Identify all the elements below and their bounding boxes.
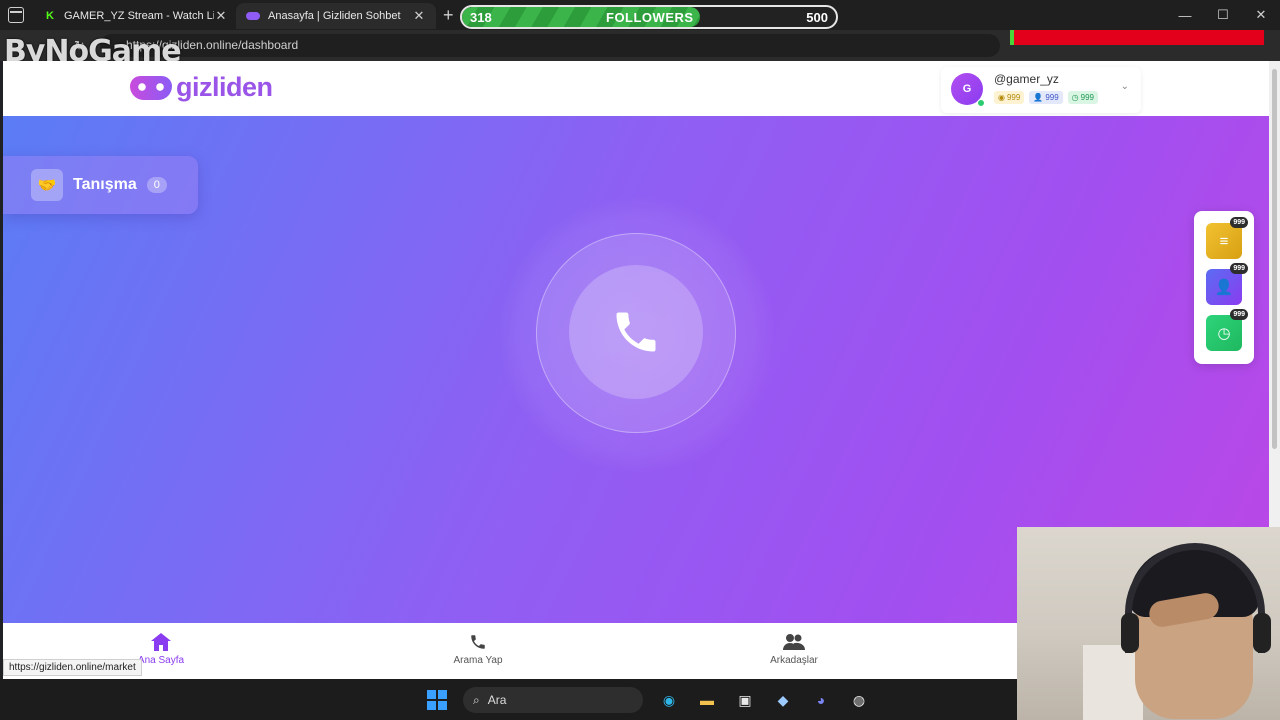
followers-label: FOLLOWERS	[606, 10, 694, 25]
username: @gamer_yz	[994, 72, 1059, 86]
tab-kick-stream[interactable]: K GAMER_YZ Stream - Watch Live o ✕	[34, 3, 238, 29]
user-menu[interactable]: G @gamer_yz ◉ 999 👤 999 ◷ 999 ⌄	[941, 67, 1141, 113]
coins-icon: ≡	[1219, 232, 1229, 250]
start-call-button[interactable]	[569, 265, 703, 399]
tab-actions-icon[interactable]	[8, 7, 24, 23]
gold-button[interactable]: ≡ 999	[1206, 217, 1248, 259]
webcam-overlay	[1017, 527, 1280, 720]
time-count: 999	[1230, 309, 1248, 320]
users-icon	[734, 631, 854, 653]
site-header: gizliden G @gamer_yz ◉ 999 👤 999 ◷ 999 ⌄	[3, 61, 1269, 116]
quick-actions-panel: ≡ 999 👤 999 ◷ 999	[1194, 211, 1254, 364]
close-tab-icon[interactable]: ✕	[412, 8, 426, 24]
search-icon: ⌕	[473, 692, 480, 707]
coins-icon: ◉	[998, 93, 1005, 102]
gold-count: 999	[1230, 217, 1248, 228]
taskbar-search[interactable]: ⌕ Ara	[463, 687, 643, 713]
followers-goal: 500	[806, 10, 828, 25]
clock-icon: ◷	[1071, 93, 1079, 102]
home-icon	[101, 631, 221, 653]
user-plus-icon: 👤	[1033, 93, 1044, 102]
friends-badge: 👤 999	[1029, 91, 1063, 104]
tanisma-count: 0	[146, 177, 167, 193]
search-label: Ara	[487, 693, 507, 707]
tab-title: Anasayfa | Gizliden Sohbet	[268, 10, 401, 22]
followers-goal-bar: 318 FOLLOWERS 500	[460, 5, 838, 29]
store-icon[interactable]: ▣	[733, 688, 757, 712]
mask-logo-icon	[130, 75, 172, 100]
online-status-dot	[977, 99, 985, 107]
obs-icon[interactable]: ◍	[847, 688, 871, 712]
minimize-button[interactable]: —	[1166, 0, 1204, 30]
friends-count: 999	[1045, 93, 1059, 102]
mask-icon	[246, 12, 260, 20]
close-window-button[interactable]: ✕	[1242, 0, 1280, 30]
status-bar-url: https://gizliden.online/market	[3, 659, 142, 676]
time-button[interactable]: ◷ 999	[1206, 309, 1248, 351]
file-explorer-icon[interactable]: ▬	[695, 688, 719, 712]
gold-badge: ◉ 999	[994, 91, 1025, 104]
taskbar-icons: ⌕ Ara ◉ ▬ ▣ ◆ ◕ ◍	[425, 687, 871, 713]
nav-label: Arama Yap	[453, 655, 503, 666]
app-icon[interactable]: ◆	[771, 688, 795, 712]
time-badge: ◷ 999	[1067, 91, 1099, 104]
nav-label: Arkadaşlar	[770, 655, 818, 666]
site-logo[interactable]: gizliden	[130, 72, 273, 103]
windows-icon	[427, 690, 447, 710]
edge-icon[interactable]: ◉	[657, 688, 681, 712]
add-friend-button[interactable]: 👤 999	[1206, 263, 1248, 305]
tanisma-button[interactable]: 🤝 Tanışma 0	[3, 156, 198, 214]
background-shelf	[1083, 645, 1143, 720]
time-count: 999	[1080, 93, 1095, 102]
discord-icon[interactable]: ◕	[809, 688, 833, 712]
followers-current: 318	[470, 10, 492, 25]
gold-count: 999	[1006, 93, 1021, 102]
tab-title: GAMER_YZ Stream - Watch Live o	[64, 10, 214, 22]
user-plus-icon: 👤	[1214, 279, 1234, 296]
headset-ear-right	[1253, 613, 1271, 653]
clock-icon: ◷	[1217, 325, 1231, 342]
phone-icon	[616, 312, 656, 352]
friends-count: 999	[1230, 263, 1248, 274]
maximize-button[interactable]: ☐	[1204, 0, 1242, 30]
new-tab-button[interactable]: +	[443, 5, 454, 26]
start-button[interactable]	[425, 688, 449, 712]
scrollbar-thumb[interactable]	[1272, 69, 1277, 449]
nav-call[interactable]: Arama Yap	[418, 631, 538, 666]
headset-ear-left	[1121, 613, 1139, 653]
logo-text: gizliden	[176, 72, 273, 102]
overlay-alert-strip	[1010, 30, 1264, 45]
tab-gizliden[interactable]: Anasayfa | Gizliden Sohbet ✕	[236, 3, 436, 29]
kick-icon: K	[46, 10, 54, 22]
handshake-icon: 🤝	[31, 169, 63, 201]
nav-friends[interactable]: Arkadaşlar	[734, 631, 854, 666]
window-controls: — ☐ ✕	[1166, 0, 1280, 30]
phone-icon	[418, 631, 538, 653]
url-field[interactable]: https://gizliden.online/dashboard	[100, 34, 1000, 57]
windows-taskbar: ⌕ Ara ◉ ▬ ▣ ◆ ◕ ◍	[0, 679, 1017, 720]
close-tab-icon[interactable]: ✕	[214, 8, 228, 24]
tanisma-label: Tanışma	[73, 176, 137, 193]
chevron-down-icon: ⌄	[1120, 81, 1129, 92]
user-stats: ◉ 999 👤 999 ◷ 999	[994, 91, 1099, 104]
